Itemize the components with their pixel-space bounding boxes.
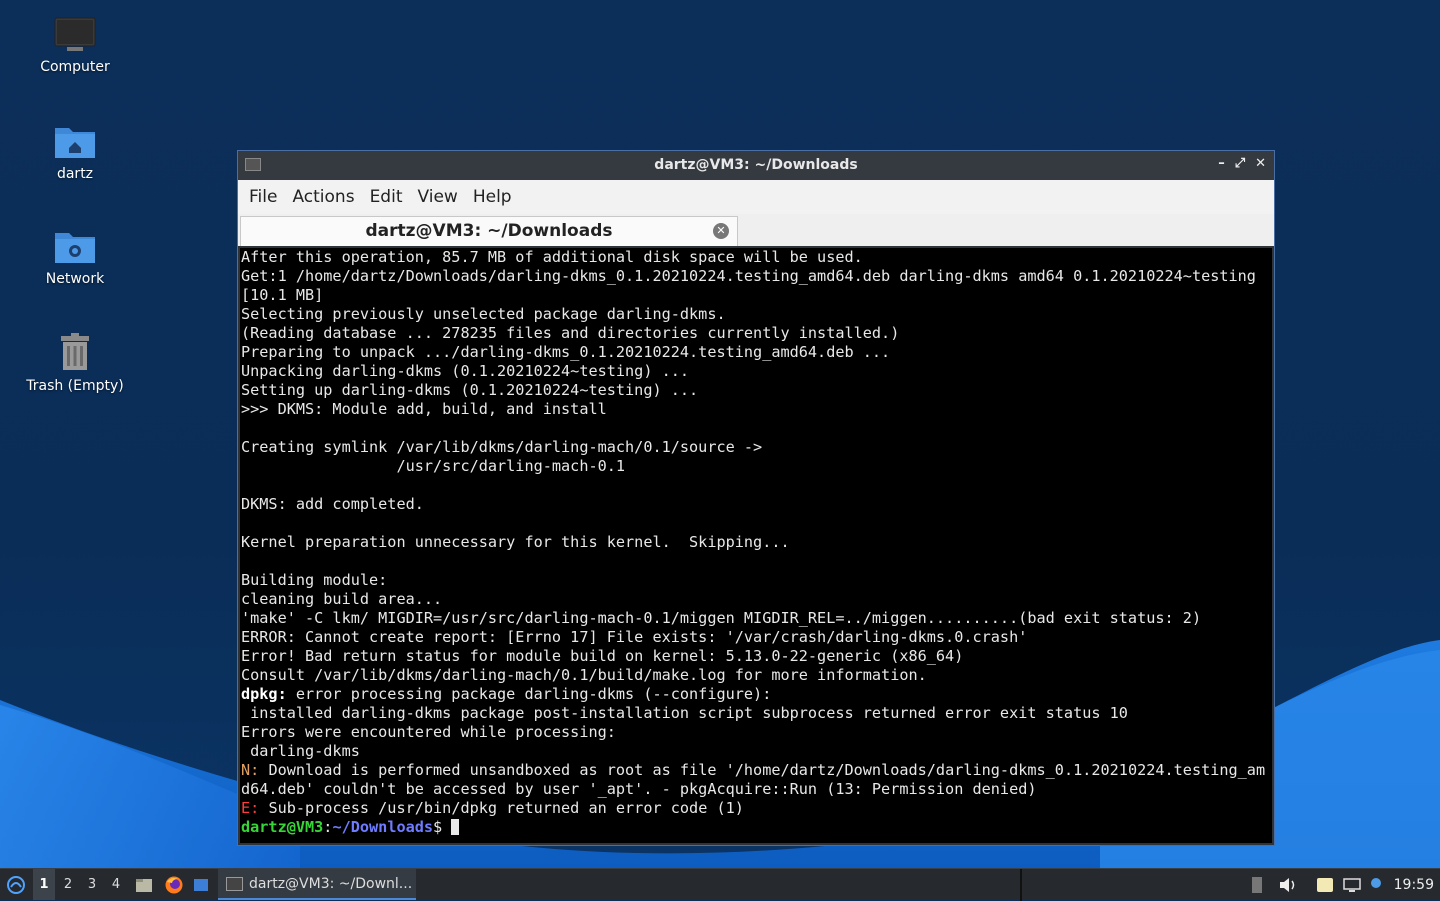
window-title: dartz@VM3: ~/Downloads [654, 157, 858, 173]
notes-icon [1317, 877, 1333, 892]
desktop-icon-computer[interactable]: Computer [15, 15, 135, 75]
volume-icon [1280, 877, 1295, 892]
tab-terminal[interactable]: dartz@VM3: ~/Downloads ✕ [240, 216, 738, 246]
menu-file[interactable]: File [242, 187, 285, 207]
desktop-icon-trash[interactable]: Trash (Empty) [15, 330, 135, 394]
file-manager-icon [136, 878, 152, 892]
show-desktop-launcher[interactable] [190, 869, 212, 900]
firefox-icon [165, 876, 183, 893]
minimize-icon[interactable]: – [1218, 156, 1225, 171]
terminal-line: Preparing to unpack .../darling-dkms_0.1… [241, 343, 891, 361]
workspace-3[interactable]: 3 [81, 869, 103, 900]
tray-updates[interactable] [1366, 869, 1386, 900]
terminal-line: 'make' -C lkm/ MIGDIR=/usr/src/darling-m… [241, 609, 1202, 627]
menu-help[interactable]: Help [466, 187, 520, 207]
update-notifier-icon [1371, 877, 1381, 888]
terminal-line: Kernel preparation unnecessary for this … [241, 533, 790, 551]
error-prefix: E: [241, 799, 260, 817]
network-icon [1343, 877, 1361, 892]
desktop-icon [194, 878, 208, 891]
desktop-icon-label: Network [45, 271, 105, 287]
terminal-line: Selecting previously unselected package … [241, 305, 726, 323]
terminal-line: Get:1 /home/dartz/Downloads/darling-dkms… [241, 267, 1256, 285]
tray-volume[interactable] [1276, 869, 1300, 900]
terminal-line: ERROR: Cannot create report: [Errno 17] … [241, 628, 1028, 646]
terminal-line: Consult /var/lib/dkms/darling-mach/0.1/b… [241, 666, 927, 684]
clock[interactable]: 19:59 [1394, 869, 1434, 900]
terminal-line: Errors were encountered while processing… [241, 723, 616, 741]
task-label: dartz@VM3: ~/Downl... [249, 875, 413, 892]
terminal-line: DKMS: add completed. [241, 495, 424, 513]
maximize-icon[interactable]: ⤢ [1235, 156, 1245, 171]
prompt-dir: ~/Downloads [332, 818, 434, 836]
terminal-line: d64.deb' couldn't be accessed by user '_… [241, 780, 1037, 798]
prompt-user: dartz@VM3 [241, 818, 324, 836]
terminal-task-icon [226, 876, 243, 891]
text-cursor [451, 819, 460, 835]
menu-edit[interactable]: Edit [363, 187, 411, 207]
terminal-line: dpkg: error processing package darling-d… [240, 685, 1272, 704]
lubuntu-logo-icon [7, 875, 25, 894]
menu-view[interactable]: View [410, 187, 465, 207]
clipboard-icon [1252, 876, 1262, 893]
home-folder-icon [55, 128, 95, 158]
firefox-launcher[interactable] [163, 869, 185, 900]
desktop-icon-label: Computer [40, 59, 110, 75]
terminal-line: /usr/src/darling-mach-0.1 [241, 457, 626, 475]
terminal-line: Unpacking darling-dkms (0.1.20210224~tes… [241, 362, 690, 380]
terminal-line: Building module: [241, 571, 388, 589]
menu-actions[interactable]: Actions [285, 187, 362, 207]
terminal-line: N: Download is performed unsandboxed as … [240, 761, 1272, 780]
desktop-icon-label: Trash (Empty) [26, 378, 124, 394]
tab-label: dartz@VM3: ~/Downloads [365, 221, 613, 241]
terminal-line: (Reading database ... 278235 files and d… [241, 324, 900, 342]
menu-bar: File Actions Edit View Help [238, 180, 1274, 214]
tray-network[interactable] [1340, 869, 1364, 900]
notice-prefix: N: [241, 761, 260, 779]
workspace-4[interactable]: 4 [105, 869, 127, 900]
dpkg-message: error processing package darling-dkms (-… [286, 685, 772, 703]
tab-close-icon[interactable]: ✕ [713, 223, 729, 239]
terminal-line: Setting up darling-dkms (0.1.20210224~te… [241, 381, 699, 399]
terminal-line: [10.1 MB] [241, 286, 324, 304]
tab-bar: dartz@VM3: ~/Downloads ✕ [238, 214, 1274, 246]
computer-icon [54, 17, 96, 51]
terminal-line: darling-dkms [241, 742, 360, 760]
window-titlebar[interactable]: dartz@VM3: ~/Downloads – ⤢ ✕ [238, 151, 1274, 180]
network-folder-icon [55, 233, 95, 263]
terminal-line: After this operation, 85.7 MB of additio… [241, 248, 863, 266]
prompt-dollar: $ [433, 818, 452, 836]
terminal-line: >>> DKMS: Module add, build, and install [241, 400, 607, 418]
taskbar-separator [1020, 869, 1022, 901]
terminal-line: Creating symlink /var/lib/dkms/darling-m… [241, 438, 763, 456]
dpkg-prefix: dpkg: [241, 685, 287, 703]
start-menu-button[interactable] [2, 869, 30, 900]
notice-message: Download is performed unsandboxed as roo… [259, 761, 1266, 779]
workspace-1[interactable]: 1 [33, 869, 55, 900]
terminal-prompt[interactable]: dartz@VM3:~/Downloads$ [240, 818, 1272, 837]
tray-clipboard[interactable] [1250, 869, 1264, 900]
terminal-line: cleaning build area... [241, 590, 443, 608]
desktop-icon-network[interactable]: Network [15, 227, 135, 287]
file-manager-launcher[interactable] [133, 869, 155, 900]
desktop-icon-home[interactable]: dartz [15, 122, 135, 182]
desktop-icon-label: dartz [56, 166, 94, 182]
taskbar: 1 2 3 4 dartz@VM3: ~/Downl... 19:59 [0, 868, 1440, 901]
trash-icon [61, 333, 89, 370]
taskbar-task-terminal[interactable]: dartz@VM3: ~/Downl... [218, 869, 416, 900]
terminal-line: E: Sub-process /usr/bin/dpkg returned an… [240, 799, 1272, 818]
terminal-output[interactable]: After this operation, 85.7 MB of additio… [240, 248, 1272, 843]
terminal-line: Error! Bad return status for module buil… [241, 647, 964, 665]
error-message: Sub-process /usr/bin/dpkg returned an er… [259, 799, 744, 817]
close-icon[interactable]: ✕ [1255, 156, 1266, 171]
terminal-window: dartz@VM3: ~/Downloads – ⤢ ✕ File Action… [237, 150, 1275, 846]
workspace-2[interactable]: 2 [57, 869, 79, 900]
terminal-line: installed darling-dkms package post-inst… [241, 704, 1128, 722]
tray-notes[interactable] [1313, 869, 1337, 900]
